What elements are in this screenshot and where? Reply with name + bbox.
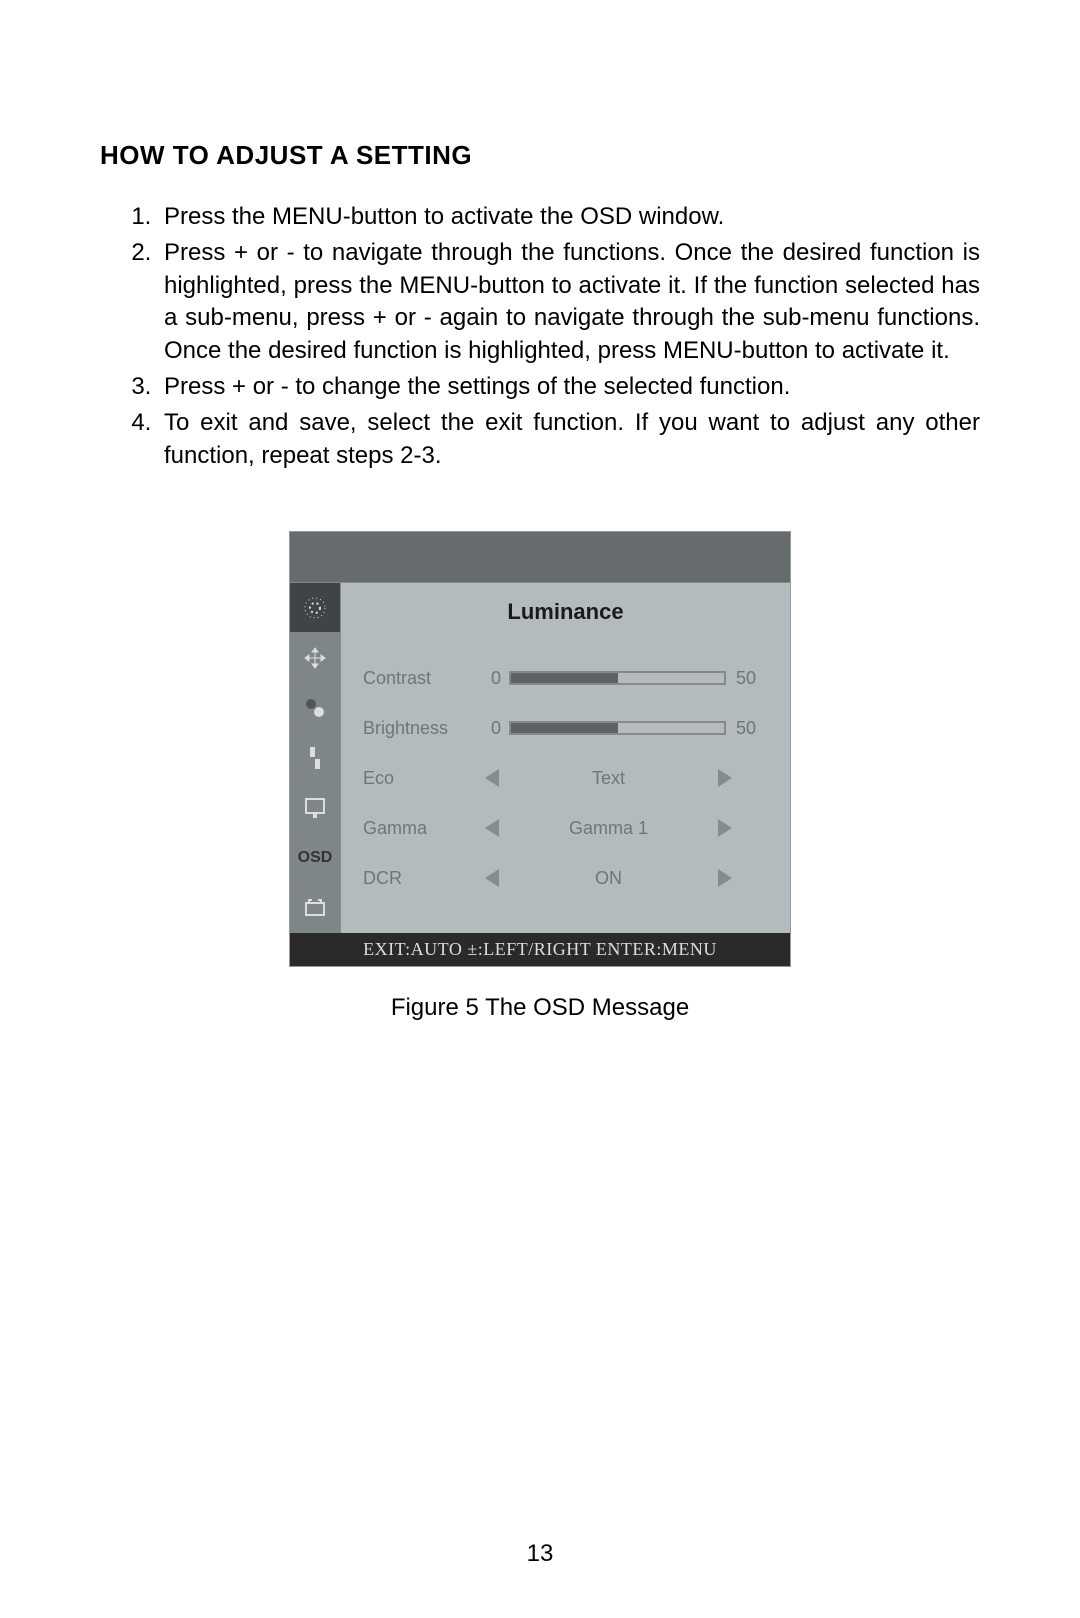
arrow-right-icon[interactable] bbox=[718, 769, 732, 787]
figure-caption: Figure 5 The OSD Message bbox=[391, 994, 689, 1022]
osd-label: DCR bbox=[363, 868, 481, 889]
osd-row-brightness[interactable]: Brightness 0 50 bbox=[363, 703, 768, 753]
sidebar-osd-label: OSD bbox=[298, 849, 333, 867]
sidebar-extra-icon[interactable] bbox=[290, 883, 340, 933]
instruction-step: Press + or - to change the settings of t… bbox=[158, 371, 980, 403]
arrow-left-icon[interactable] bbox=[485, 819, 499, 837]
instruction-list: Press the MENU-button to activate the OS… bbox=[100, 201, 980, 472]
arrow-left-icon[interactable] bbox=[485, 769, 499, 787]
contrast-slider[interactable] bbox=[509, 671, 726, 685]
eco-select[interactable]: Text bbox=[481, 768, 736, 789]
osd-titlebar bbox=[290, 532, 790, 582]
sidebar-osd-setup-icon[interactable]: OSD bbox=[290, 833, 340, 883]
slider-value: 50 bbox=[736, 718, 768, 739]
osd-label: Brightness bbox=[363, 718, 481, 739]
manual-page: HOW TO ADJUST A SETTING Press the MENU-b… bbox=[0, 0, 1080, 1618]
osd-label: Contrast bbox=[363, 668, 481, 689]
instruction-step: Press + or - to navigate through the fun… bbox=[158, 237, 980, 367]
select-value: Gamma 1 bbox=[569, 818, 648, 839]
sidebar-picture-boost-icon[interactable] bbox=[290, 733, 340, 783]
osd-label: Gamma bbox=[363, 818, 481, 839]
sidebar-image-setup-icon[interactable] bbox=[290, 633, 340, 683]
gamma-select[interactable]: Gamma 1 bbox=[481, 818, 736, 839]
select-value: ON bbox=[595, 868, 622, 889]
osd-row-eco[interactable]: Eco Text bbox=[363, 753, 768, 803]
page-number: 13 bbox=[0, 1540, 1080, 1568]
osd-label: Eco bbox=[363, 768, 481, 789]
sidebar-exit-icon[interactable] bbox=[290, 783, 340, 833]
slider-fill bbox=[511, 673, 618, 683]
osd-sidebar: OSD bbox=[290, 583, 341, 933]
section-heading: HOW TO ADJUST A SETTING bbox=[100, 140, 980, 171]
osd-row-contrast[interactable]: Contrast 0 50 bbox=[363, 653, 768, 703]
arrow-left-icon[interactable] bbox=[485, 869, 499, 887]
slider-min: 0 bbox=[481, 668, 501, 689]
osd-row-dcr[interactable]: DCR ON bbox=[363, 853, 768, 903]
figure: OSD Luminance Contrast 0 50 bbox=[100, 532, 980, 1022]
brightness-slider[interactable] bbox=[509, 721, 726, 735]
slider-min: 0 bbox=[481, 718, 501, 739]
osd-main-panel: Luminance Contrast 0 50 Brightness 0 bbox=[341, 583, 790, 933]
slider-fill bbox=[511, 723, 618, 733]
sidebar-color-temp-icon[interactable] bbox=[290, 683, 340, 733]
osd-footer-hints: EXIT:AUTO ±:LEFT/RIGHT ENTER:MENU bbox=[290, 933, 790, 966]
instruction-step: Press the MENU-button to activate the OS… bbox=[158, 201, 980, 233]
instruction-step: To exit and save, select the exit functi… bbox=[158, 407, 980, 472]
dcr-select[interactable]: ON bbox=[481, 868, 736, 889]
arrow-right-icon[interactable] bbox=[718, 819, 732, 837]
slider-value: 50 bbox=[736, 668, 768, 689]
select-value: Text bbox=[592, 768, 625, 789]
osd-panel-title: Luminance bbox=[363, 599, 768, 625]
osd-body: OSD Luminance Contrast 0 50 bbox=[290, 582, 790, 933]
arrow-right-icon[interactable] bbox=[718, 869, 732, 887]
sidebar-luminance-icon[interactable] bbox=[290, 583, 340, 633]
osd-window: OSD Luminance Contrast 0 50 bbox=[290, 532, 790, 966]
osd-row-gamma[interactable]: Gamma Gamma 1 bbox=[363, 803, 768, 853]
